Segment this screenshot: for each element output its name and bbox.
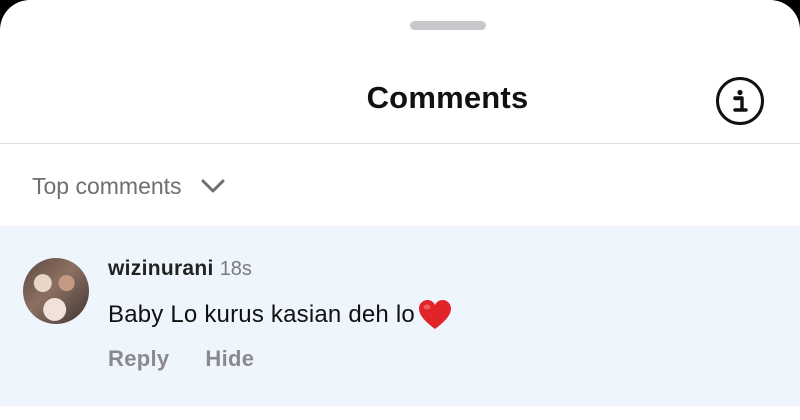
comment-timestamp: 18s [219, 258, 252, 280]
comment-meta: wizinurani 18s [108, 257, 252, 281]
reply-button[interactable]: Reply [108, 346, 169, 372]
comment-body: Baby Lo kurus kasian deh lo [108, 298, 453, 332]
comment-username[interactable]: wizinurani [108, 257, 214, 281]
sort-comments-dropdown[interactable]: Top comments [32, 170, 226, 202]
sort-label: Top comments [32, 172, 182, 199]
page-title: Comments [366, 80, 529, 115]
comment-text: Baby Lo kurus kasian deh lo [108, 301, 415, 328]
list-footer [0, 406, 800, 420]
info-button[interactable] [716, 77, 764, 125]
chevron-down-icon [201, 179, 225, 193]
comments-header: Comments [0, 60, 800, 144]
comment-actions: Reply Hide [108, 346, 254, 372]
info-icon [733, 89, 748, 112]
hide-button[interactable]: Hide [205, 346, 254, 372]
comments-sheet: Comments Top comments wizinurani 18s Bab… [0, 0, 800, 420]
comment-item: wizinurani 18s Baby Lo kurus kasian deh … [0, 226, 800, 406]
avatar[interactable] [23, 258, 89, 324]
sheet-grabber-handle[interactable] [410, 21, 486, 30]
red-heart-emoji [418, 300, 451, 329]
